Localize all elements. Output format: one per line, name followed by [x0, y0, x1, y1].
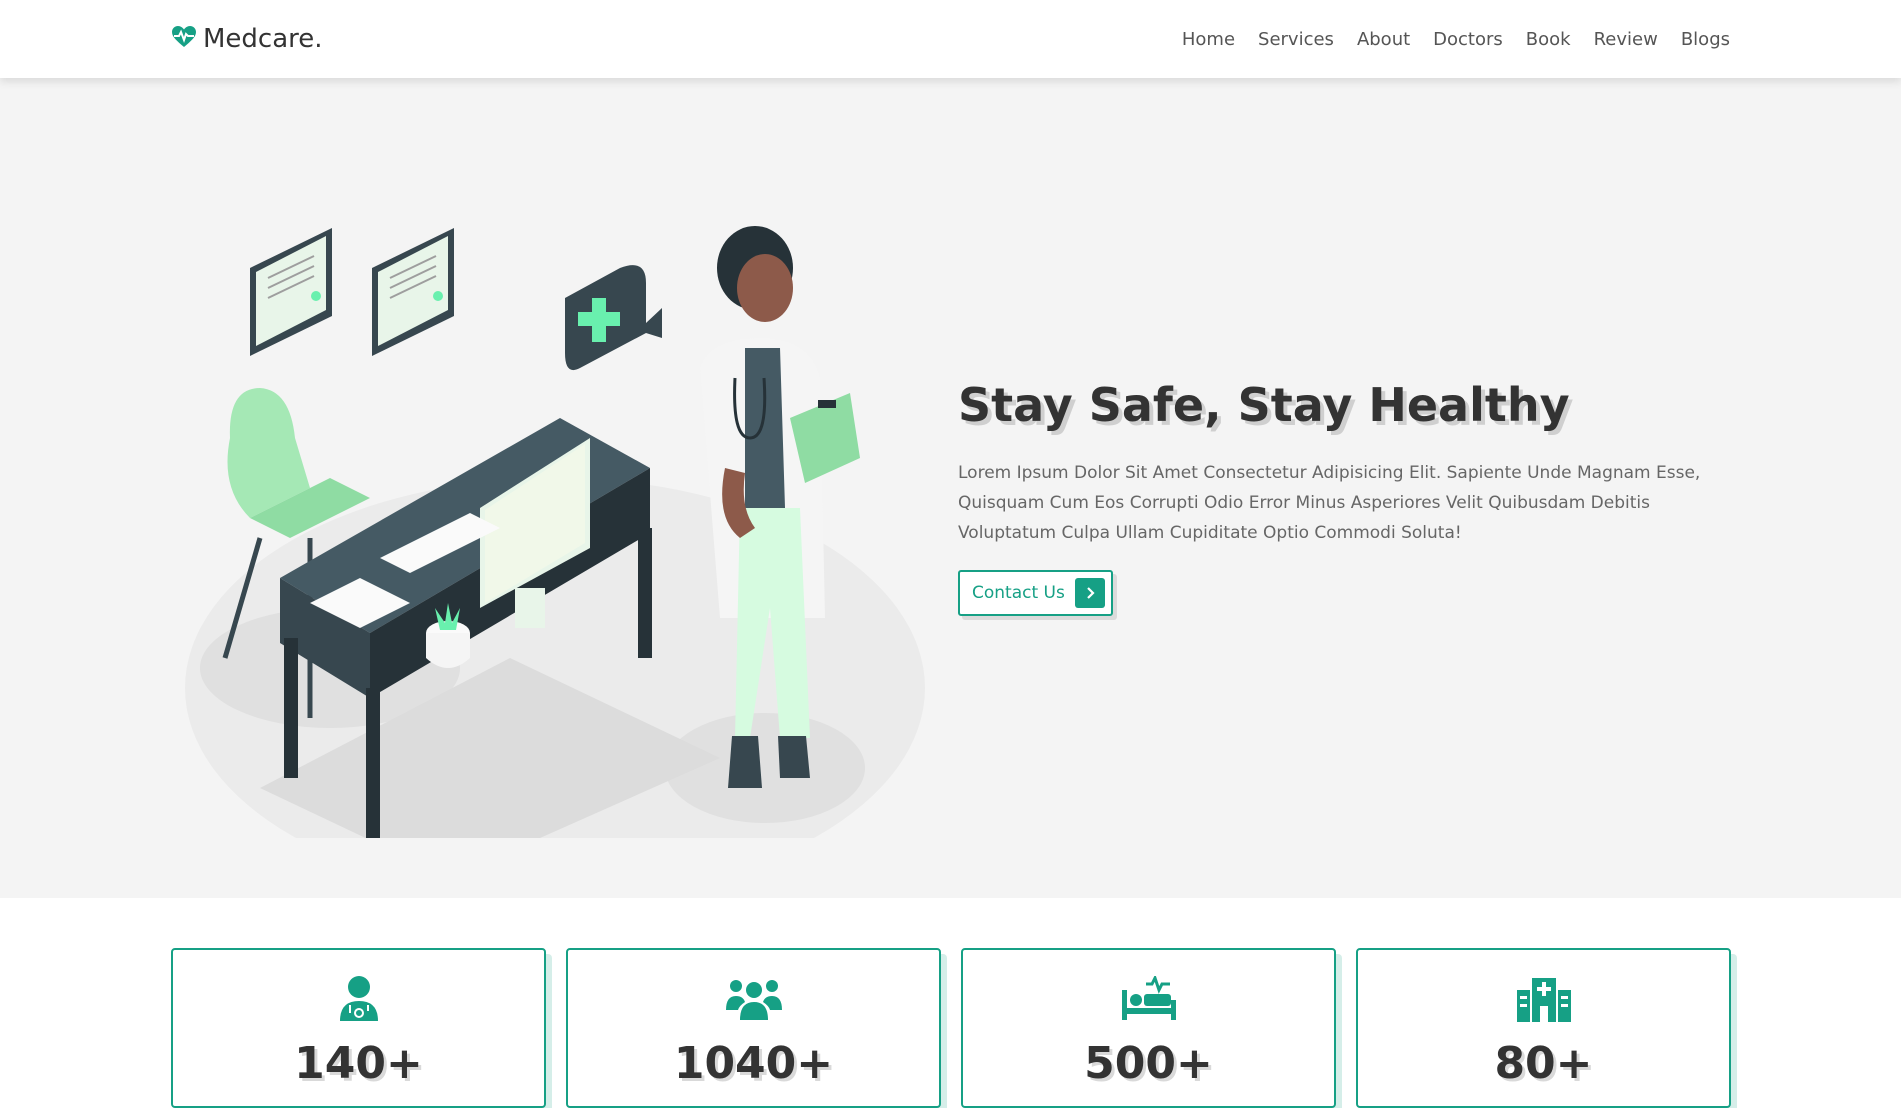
nav-home[interactable]: Home — [1182, 29, 1235, 50]
nav-review[interactable]: Review — [1594, 29, 1658, 50]
stat-value: 140+ — [294, 1038, 423, 1089]
medical-cross-sign — [565, 265, 662, 371]
heartbeat-icon — [171, 25, 197, 53]
nav-blogs[interactable]: Blogs — [1681, 29, 1730, 50]
brand-name: Medcare. — [203, 24, 323, 54]
hero-title: Stay Safe, Stay Healthy — [958, 378, 1570, 432]
stats-section: 140+ 1040+ 500+ 80+ — [171, 948, 1731, 1108]
hero-section: Stay Safe, Stay Healthy Lorem Ipsum Dolo… — [0, 78, 1901, 898]
site-header: Medcare. Home Services About Doctors Boo… — [0, 0, 1901, 78]
contact-us-label: Contact Us — [972, 583, 1065, 603]
main-nav: Home Services About Doctors Book Review … — [1182, 29, 1730, 50]
stat-card-procedures: 500+ — [961, 948, 1336, 1108]
hero-content: Stay Safe, Stay Healthy Lorem Ipsum Dolo… — [958, 378, 1718, 616]
nav-book[interactable]: Book — [1526, 29, 1571, 50]
chevron-right-icon — [1074, 578, 1105, 608]
stat-card-users: 1040+ — [566, 948, 941, 1108]
stat-card-doctors: 140+ — [171, 948, 546, 1108]
nav-about[interactable]: About — [1357, 29, 1410, 50]
nav-services[interactable]: Services — [1258, 29, 1334, 50]
nav-doctors[interactable]: Doctors — [1433, 29, 1503, 50]
stat-value: 500+ — [1084, 1038, 1213, 1089]
contact-us-button[interactable]: Contact Us — [958, 570, 1113, 616]
doctor-icon — [329, 974, 389, 1024]
stat-card-hospitals: 80+ — [1356, 948, 1731, 1108]
stat-value: 1040+ — [673, 1038, 834, 1089]
certificate-frame-1 — [250, 228, 332, 356]
stat-value: 80+ — [1494, 1038, 1593, 1089]
brand-logo[interactable]: Medcare. — [171, 24, 323, 54]
users-icon — [724, 974, 784, 1024]
hospital-icon — [1514, 974, 1574, 1024]
certificate-frame-2 — [372, 228, 454, 356]
doctor-at-desk-illustration — [180, 138, 940, 898]
procedures-icon — [1119, 974, 1179, 1024]
hero-description: Lorem Ipsum Dolor Sit Amet Consectetur A… — [958, 463, 1701, 543]
